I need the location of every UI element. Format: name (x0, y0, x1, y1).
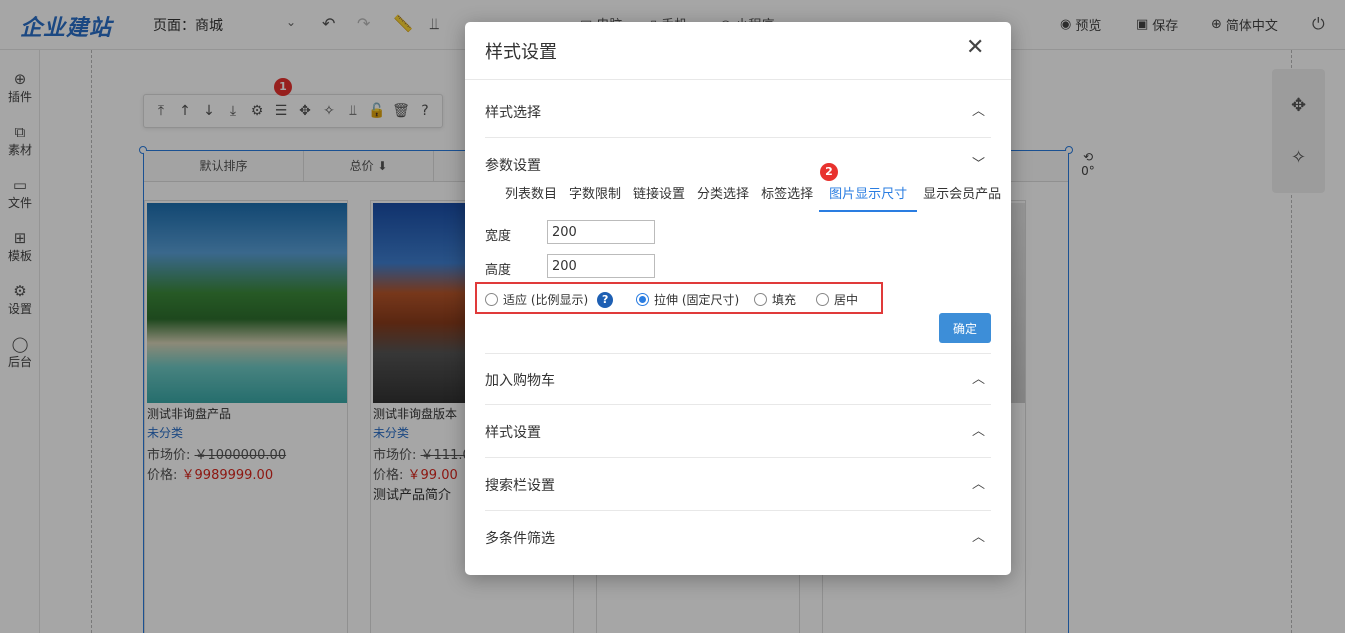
chevron-down-icon: ﹀ (971, 157, 985, 172)
radio-circle[interactable] (754, 293, 767, 306)
close-icon[interactable]: ✕ (966, 36, 984, 60)
chevron-up-icon: ︿ (971, 530, 985, 545)
section-style-select[interactable]: 样式选择 ︿ (485, 86, 991, 138)
width-input[interactable] (547, 220, 655, 244)
tab-tag-select[interactable]: 标签选择 (755, 182, 819, 212)
chevron-up-icon: ︿ (971, 104, 985, 119)
chevron-up-icon: ︿ (971, 424, 985, 439)
radio-circle[interactable] (816, 293, 829, 306)
section-params[interactable]: 参数设置 ﹀ (485, 139, 991, 174)
help-icon[interactable]: ? (597, 291, 614, 308)
tab-word-limit[interactable]: 字数限制 (563, 182, 627, 212)
radio-fit[interactable]: 适应 (比例显示) ? (485, 291, 614, 308)
height-input[interactable] (547, 254, 655, 278)
width-label: 宽度 (485, 229, 512, 244)
image-mode-radio-group: 适应 (比例显示) ? 拉伸 (固定尺寸) 填充 居中 (475, 282, 883, 314)
step-badge-2: 2 (820, 163, 838, 181)
confirm-button[interactable]: 确定 (939, 313, 991, 343)
style-settings-dialog: 样式设置 ✕ 样式选择 ︿ 参数设置 ﹀ 2 列表数目 字数限制 链接设置 分类… (465, 22, 1011, 575)
section-search-bar[interactable]: 搜索栏设置 ︿ (485, 459, 991, 511)
params-label: 参数设置 (485, 158, 541, 174)
radio-center[interactable]: 居中 (816, 291, 858, 308)
section-style-settings[interactable]: 样式设置 ︿ (485, 406, 991, 458)
divider (465, 79, 1011, 80)
tab-image-size[interactable]: 图片显示尺寸 (819, 182, 918, 212)
radio-circle-checked[interactable] (636, 293, 649, 306)
tab-member-products[interactable]: 显示会员产品 (917, 182, 1007, 212)
height-label: 高度 (485, 263, 512, 278)
chevron-up-icon: ︿ (971, 477, 985, 492)
tab-link-settings[interactable]: 链接设置 (627, 182, 691, 212)
chevron-up-icon: ︿ (971, 372, 985, 387)
section-add-to-cart[interactable]: 加入购物车 ︿ (485, 353, 991, 405)
radio-stretch[interactable]: 拉伸 (固定尺寸) (636, 291, 739, 308)
dialog-title: 样式设置 (485, 42, 557, 63)
param-tabs: 列表数目 字数限制 链接设置 分类选择 标签选择 图片显示尺寸 显示会员产品 (499, 182, 1007, 212)
radio-fill[interactable]: 填充 (754, 291, 796, 308)
section-multi-filter[interactable]: 多条件筛选 ︿ (485, 512, 991, 564)
tab-category-select[interactable]: 分类选择 (691, 182, 755, 212)
radio-circle[interactable] (485, 293, 498, 306)
tab-list-count[interactable]: 列表数目 (499, 182, 563, 212)
